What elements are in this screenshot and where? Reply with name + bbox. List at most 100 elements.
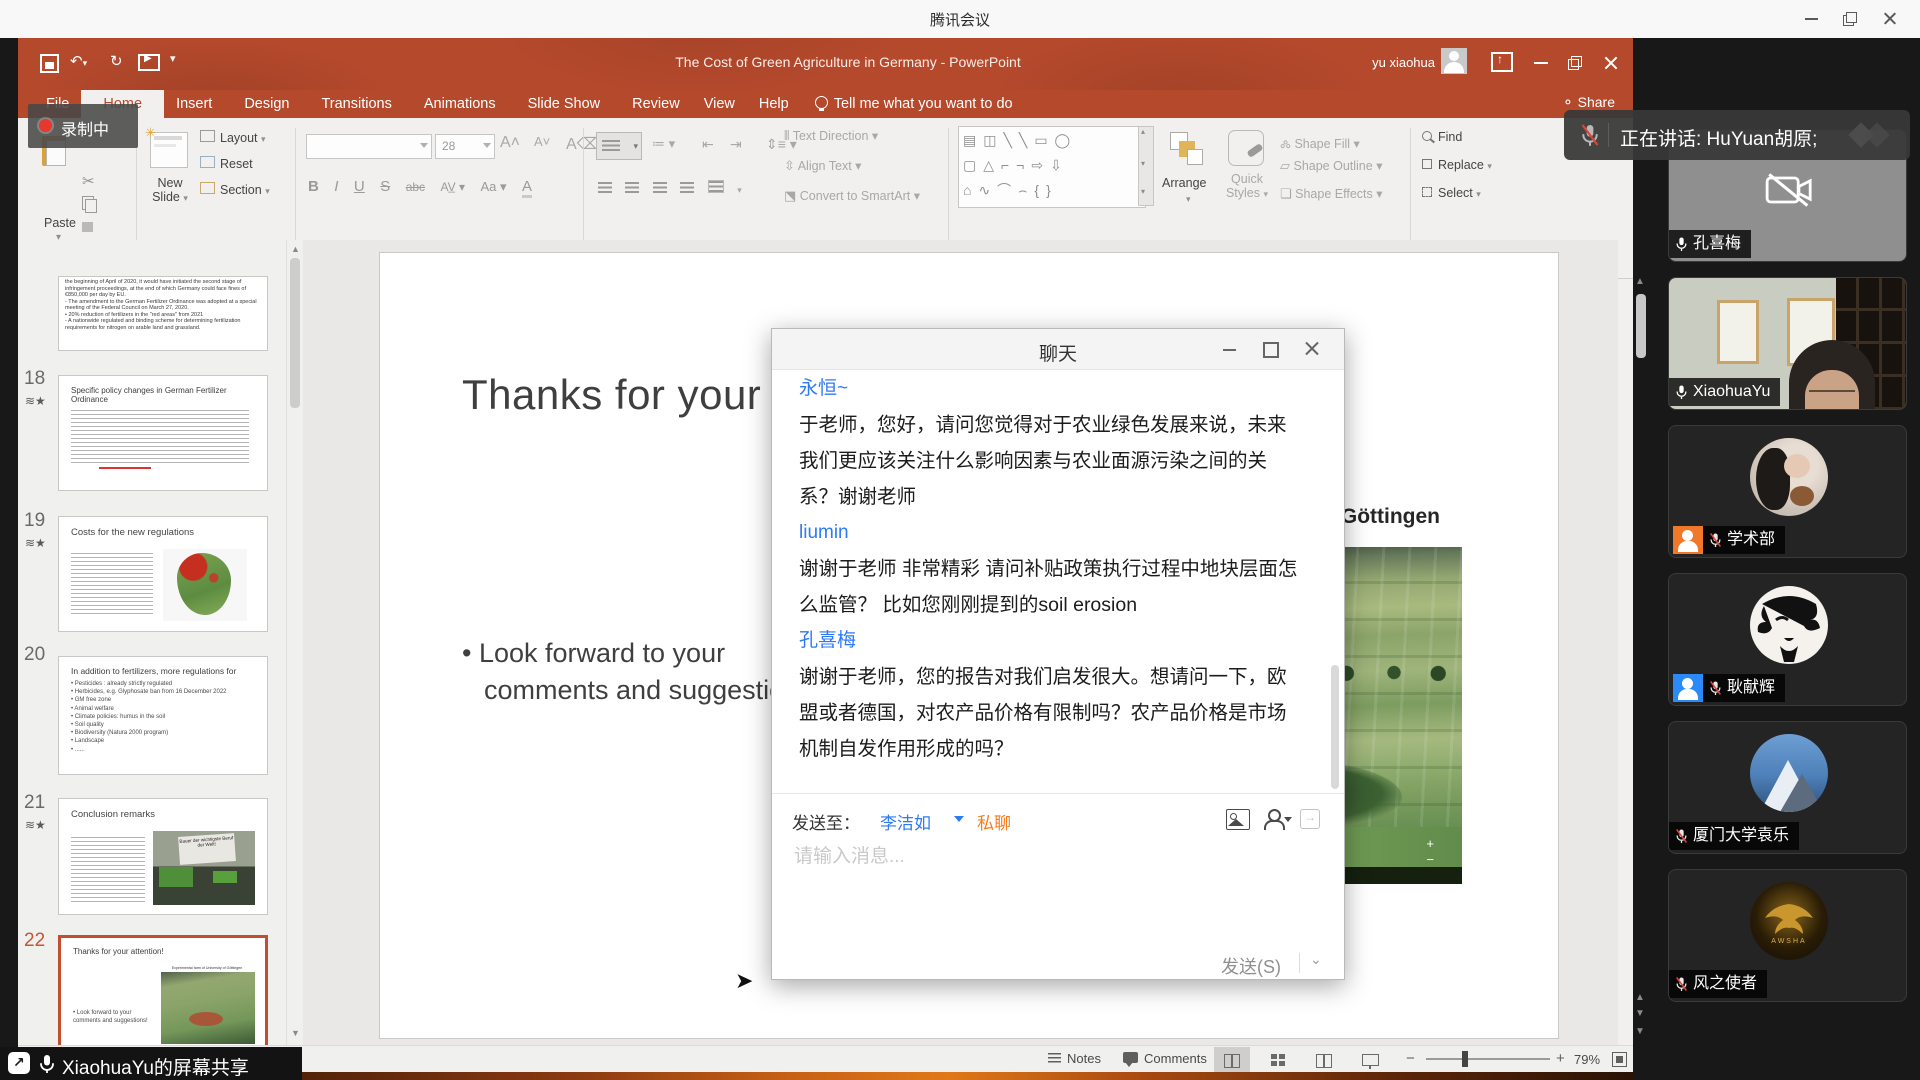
- participant-tile[interactable]: 学术部: [1668, 425, 1907, 558]
- text-direction-button[interactable]: ⫴ Text Direction ▾: [784, 128, 878, 144]
- justify-icon[interactable]: [680, 182, 694, 193]
- chat-minimize-icon[interactable]: [1220, 339, 1240, 359]
- strikethrough-icon[interactable]: S: [380, 178, 390, 195]
- shape-fill-button[interactable]: 🝆 Shape Fill ▾: [1280, 130, 1360, 156]
- ppt-minimize-icon[interactable]: [1531, 53, 1551, 73]
- shape-outline-button[interactable]: ▱ Shape Outline ▾: [1280, 158, 1382, 174]
- shrink-font-icon[interactable]: A˅: [534, 134, 550, 149]
- align-text-button[interactable]: ⇳ Align Text ▾: [784, 158, 861, 174]
- ribbon-display-options-icon[interactable]: [1491, 52, 1513, 72]
- share-button[interactable]: ⚬ Share: [1562, 94, 1615, 111]
- increase-indent-icon[interactable]: ⇥: [730, 136, 742, 153]
- slide-thumbnail-18[interactable]: Specific policy changes in German Fertil…: [58, 375, 268, 491]
- cut-icon[interactable]: ✂: [82, 172, 95, 190]
- account-name[interactable]: yu xiaohua: [1372, 55, 1435, 70]
- ppt-restore-icon[interactable]: [1565, 53, 1585, 73]
- char-spacing-icon[interactable]: AV̲ ▾: [441, 180, 465, 194]
- slide-thumbnail-22-selected[interactable]: Thanks for your attention! Experimental …: [58, 935, 268, 1056]
- bold-icon[interactable]: B: [308, 178, 319, 195]
- slide-thumbnail-21[interactable]: Conclusion remarks Bauer der wichtigste …: [58, 798, 268, 915]
- thumbnail-scrollbar[interactable]: ▲ ▼: [286, 240, 304, 1045]
- tab-animations[interactable]: Animations: [412, 90, 508, 118]
- arrange-button[interactable]: Arrange: [1162, 176, 1206, 190]
- fit-slide-icon[interactable]: [1612, 1052, 1627, 1067]
- editor-scrollbar-up-icon[interactable]: ▲: [1635, 276, 1645, 287]
- format-painter-icon[interactable]: [82, 222, 93, 232]
- comments-button[interactable]: Comments: [1123, 1051, 1207, 1066]
- tab-help[interactable]: Help: [747, 90, 801, 118]
- italic-icon[interactable]: I: [334, 178, 338, 195]
- previous-slide-icon[interactable]: ▲: [1635, 992, 1645, 1003]
- start-slideshow-icon[interactable]: ▶: [138, 54, 160, 71]
- grow-font-icon[interactable]: A˄: [500, 134, 520, 152]
- map-zoom-in[interactable]: +: [1426, 837, 1434, 850]
- recipient-selector[interactable]: 李洁如: [880, 809, 931, 834]
- zoom-in-button[interactable]: +: [1556, 1050, 1565, 1067]
- zoom-out-button[interactable]: −: [1406, 1050, 1415, 1067]
- align-right-icon[interactable]: [653, 182, 667, 193]
- chat-maximize-icon[interactable]: [1260, 339, 1280, 359]
- tab-transitions[interactable]: Transitions: [309, 90, 403, 118]
- participant-tile[interactable]: XiaohuaYu: [1668, 277, 1907, 410]
- slideshow-view-button[interactable]: [1352, 1047, 1388, 1072]
- zoom-level[interactable]: 79%: [1574, 1052, 1600, 1067]
- convert-smartart-button[interactable]: ⬔ Convert to SmartArt ▾: [784, 188, 920, 204]
- save-icon[interactable]: [40, 54, 59, 73]
- notes-button[interactable]: Notes: [1048, 1051, 1101, 1066]
- select-button[interactable]: Select ▾: [1422, 186, 1481, 200]
- replace-button[interactable]: Replace ▾: [1422, 158, 1492, 172]
- send-button[interactable]: 发送(S): [1221, 953, 1281, 979]
- tab-design[interactable]: Design: [232, 90, 301, 118]
- columns-icon[interactable]: [708, 180, 724, 193]
- decrease-indent-icon[interactable]: ⇤: [702, 136, 714, 153]
- new-slide-button[interactable]: New Slide ▾: [150, 176, 190, 204]
- account-avatar[interactable]: [1441, 48, 1467, 74]
- font-size-combo[interactable]: 28: [435, 134, 495, 159]
- chat-close-icon[interactable]: [1302, 339, 1322, 359]
- slide-thumbnail-20[interactable]: In addition to fertilizers, more regulat…: [58, 656, 268, 775]
- chat-header[interactable]: 聊天: [772, 329, 1344, 370]
- minimize-icon[interactable]: [1803, 10, 1821, 28]
- align-center-icon[interactable]: [625, 182, 639, 193]
- paste-button[interactable]: Paste: [44, 216, 76, 230]
- redo-icon[interactable]: ↻: [110, 52, 123, 70]
- font-name-combo[interactable]: [306, 134, 432, 159]
- quick-styles-icon[interactable]: [1228, 130, 1264, 166]
- mention-person-icon[interactable]: [1264, 809, 1288, 829]
- shapes-gallery[interactable]: ▤◫╲╲▭◯▢△⌐¬⇨⇩⌂∿⌒⌢{}: [958, 126, 1146, 208]
- chat-sender-name[interactable]: 永恒~: [799, 371, 1319, 407]
- layout-button[interactable]: Layout ▾: [200, 130, 266, 145]
- editor-scrollbar-thumb[interactable]: [1636, 294, 1646, 358]
- font-color-icon[interactable]: A: [522, 178, 532, 198]
- participant-tile[interactable]: 厦门大学袁乐: [1668, 721, 1907, 854]
- slide-sorter-view-button[interactable]: [1260, 1047, 1296, 1072]
- participant-tile[interactable]: AWSHA 风之使者: [1668, 869, 1907, 1002]
- numbering-icon[interactable]: ≔ ▾: [652, 136, 675, 152]
- chat-message-list[interactable]: 永恒~ 于老师，您好，请问您觉得对于农业绿色发展来说，未来 我们更应该关注什么影…: [799, 371, 1319, 791]
- arrange-icon[interactable]: [1170, 132, 1204, 166]
- zoom-slider-handle[interactable]: [1462, 1051, 1468, 1067]
- customize-qat-icon[interactable]: ▾: [170, 52, 176, 65]
- change-case-icon[interactable]: Aa ▾: [480, 179, 506, 194]
- tell-me-box[interactable]: Tell me what you want to do: [832, 90, 1025, 118]
- undo-icon[interactable]: ↶▾: [70, 52, 87, 70]
- align-left-icon[interactable]: [598, 182, 612, 193]
- section-button[interactable]: Section ▾: [200, 182, 270, 197]
- chat-scrollbar-thumb[interactable]: [1331, 665, 1339, 789]
- tab-insert[interactable]: Insert: [164, 90, 224, 118]
- recipient-dropdown-icon[interactable]: [954, 816, 964, 827]
- participant-tile[interactable]: 耿献辉: [1668, 573, 1907, 706]
- shape-effects-button[interactable]: ❏ Shape Effects ▾: [1280, 186, 1383, 202]
- shapes-scrollbar[interactable]: ▴ ▾ ▾: [1138, 126, 1154, 206]
- bullets-combo[interactable]: ▾: [596, 132, 642, 160]
- restore-icon[interactable]: [1841, 10, 1859, 28]
- chat-input[interactable]: [792, 845, 1196, 869]
- zoom-slider-track[interactable]: [1426, 1058, 1550, 1060]
- send-image-icon[interactable]: [1226, 809, 1250, 830]
- normal-view-button[interactable]: [1214, 1047, 1250, 1072]
- copy-icon[interactable]: [82, 196, 94, 210]
- find-button[interactable]: Find: [1422, 130, 1462, 144]
- screenshot-icon[interactable]: [1300, 809, 1320, 829]
- underline-icon[interactable]: U: [354, 178, 365, 195]
- editor-scrollbar-down-icon[interactable]: ▼: [1635, 1026, 1645, 1037]
